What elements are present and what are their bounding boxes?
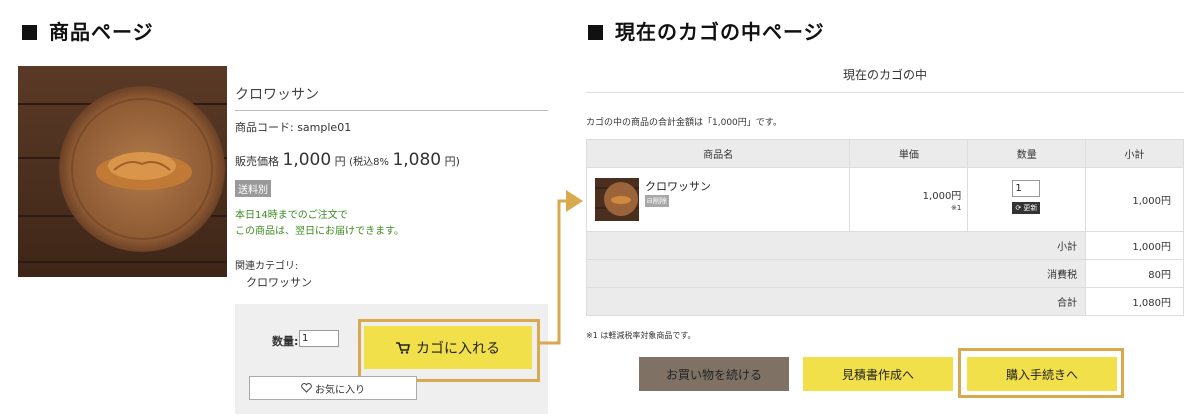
summary-label: 合計 [585, 287, 1087, 316]
summary-value: 1,080円 [1085, 287, 1184, 316]
cart-quantity-input[interactable]: 1 [1012, 180, 1041, 197]
cart-table: 商品名 単価 数量 小計 クロワッサン ⊟削除 1,000円 ※1 1 ⟳ 更新… [585, 139, 1184, 316]
item-quantity-cell: 1 ⟳ 更新 [967, 167, 1087, 232]
checkout-button[interactable]: 購入手続きへ [967, 357, 1117, 391]
column-header-quantity: 数量 [967, 139, 1087, 168]
column-header-unit-price: 単価 [849, 139, 969, 168]
cart-page-title: 現在のカゴの中ページ [588, 16, 825, 45]
reduced-tax-note: ※1 は軽減税率対象商品です。 [586, 331, 696, 340]
summary-value: 80円 [1085, 259, 1184, 288]
column-header-subtotal: 小計 [1085, 139, 1184, 168]
item-unit-price: 1,000円 [922, 191, 962, 202]
item-name-link[interactable]: クロワッサン [645, 178, 711, 194]
item-subtotal: 1,000円 [1085, 167, 1184, 232]
column-header-name: 商品名 [585, 139, 851, 168]
continue-shopping-button[interactable]: お買い物を続ける [639, 357, 789, 391]
summary-row-total: 合計 1,080円 [585, 287, 1184, 316]
summary-value: 1,000円 [1085, 231, 1184, 260]
delete-label: 削除 [652, 197, 667, 205]
table-row: クロワッサン ⊟削除 1,000円 ※1 1 ⟳ 更新 1,000円 [585, 167, 1184, 232]
cart-table-header: 商品名 単価 数量 小計 [585, 139, 1184, 168]
flow-arrow [540, 190, 583, 345]
update-label: 更新 [1023, 204, 1038, 212]
summary-label: 消費税 [585, 259, 1087, 288]
cart-header: 現在のカゴの中 [586, 66, 1184, 93]
item-unit-price-cell: 1,000円 ※1 [849, 167, 969, 232]
reduced-tax-mark: ※1 [950, 204, 962, 212]
item-thumbnail[interactable] [595, 178, 639, 221]
square-bullet-icon [588, 25, 603, 40]
refresh-icon: ⟳ [1015, 204, 1022, 212]
summary-row-subtotal: 小計 1,000円 [585, 231, 1184, 260]
update-button[interactable]: ⟳ 更新 [1012, 202, 1041, 214]
create-estimate-button[interactable]: 見積書作成へ [803, 357, 953, 391]
item-name-cell: クロワッサン ⊟削除 [585, 167, 851, 232]
summary-label: 小計 [585, 231, 1087, 260]
cart-total-message: カゴの中の商品の合計金額は「1,000円」です。 [586, 118, 782, 128]
delete-button[interactable]: ⊟削除 [645, 195, 669, 207]
summary-row-tax: 消費税 80円 [585, 259, 1184, 288]
